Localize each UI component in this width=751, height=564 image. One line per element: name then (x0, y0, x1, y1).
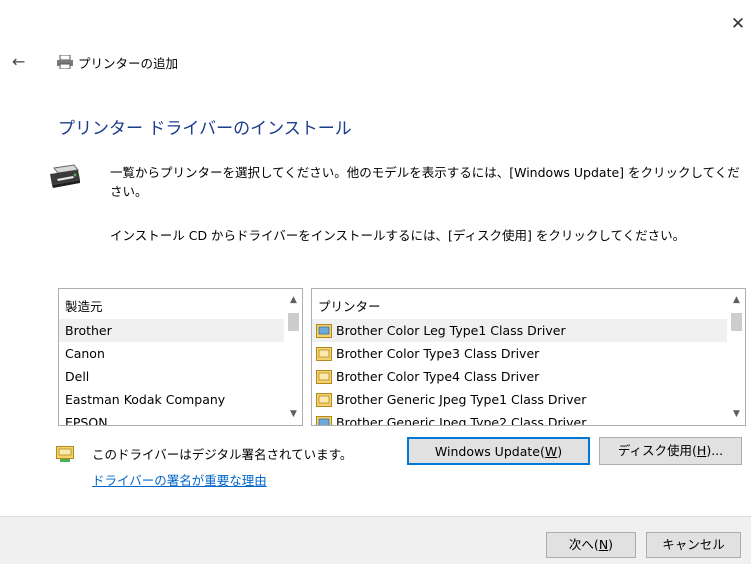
printer-item-label: Brother Color Type3 Class Driver (336, 346, 540, 361)
wizard-title: プリンターの追加 (78, 56, 179, 71)
driver-icon (316, 415, 332, 425)
install-cd-text: インストール CD からドライバーをインストールするには、[ディスク使用] をク… (110, 228, 686, 243)
manufacturer-list-header: 製造元 (65, 299, 103, 314)
signing-importance-link[interactable]: ドライバーの署名が重要な理由 (92, 470, 267, 489)
printer-item-label: Brother Generic Jpeg Type2 Class Driver (336, 415, 587, 426)
printer-item[interactable]: Brother Generic Jpeg Type2 Class Driver (312, 411, 727, 426)
button-suffix: ) (557, 444, 563, 459)
scroll-down-arrow-icon[interactable]: ▼ (285, 405, 302, 423)
printer-small-icon (57, 55, 73, 69)
driver-icon (316, 392, 332, 407)
printer-item[interactable]: Brother Color Type3 Class Driver (312, 342, 727, 365)
scroll-thumb[interactable] (288, 313, 299, 331)
manufacturer-item[interactable]: Dell (59, 365, 284, 388)
driver-icon (316, 369, 332, 384)
manufacturer-item[interactable]: EPSON (59, 411, 284, 425)
cancel-button[interactable]: キャンセル (646, 532, 741, 558)
printer-item-label: Brother Generic Jpeg Type1 Class Driver (336, 392, 587, 407)
close-icon: ✕ (730, 14, 746, 34)
printer-item[interactable]: Brother Color Type4 Class Driver (312, 365, 727, 388)
have-disk-button[interactable]: ディスク使用(H)... (599, 437, 742, 465)
button-label: ディスク使用( (617, 443, 697, 458)
printer-scrollbar[interactable]: ▲ ▼ (728, 289, 745, 425)
button-label: Windows Update( (434, 444, 545, 459)
printer-list[interactable]: プリンター Brother Color Leg Type1 Class Driv… (311, 288, 746, 426)
scroll-thumb[interactable] (731, 313, 742, 331)
scroll-up-arrow-icon[interactable]: ▲ (728, 291, 745, 309)
manufacturer-list[interactable]: 製造元 Brother Canon Dell Eastman Kodak Com… (58, 288, 303, 426)
printer-item-label: Brother Color Leg Type1 Class Driver (336, 323, 566, 338)
button-suffix: )... (706, 443, 724, 458)
page-title: プリンター ドライバーのインストール (58, 119, 352, 139)
printer-list-header: プリンター (318, 299, 381, 314)
printer-icon (50, 164, 80, 188)
button-accel-key: H (696, 443, 707, 458)
button-accel-key: W (544, 444, 558, 459)
driver-icon (316, 323, 332, 338)
button-label: 次へ( (568, 537, 599, 552)
footer-bar (0, 516, 751, 564)
scroll-up-arrow-icon[interactable]: ▲ (285, 291, 302, 309)
back-button[interactable]: ← (12, 52, 34, 72)
signed-driver-icon (56, 446, 74, 462)
button-accel-key: N (598, 537, 609, 552)
instruction-text: 一覧からプリンターを選択してください。他のモデルを表示するには、[Windows… (110, 165, 740, 199)
manufacturer-item[interactable]: Brother (59, 319, 284, 342)
close-button[interactable]: ✕ (728, 14, 748, 34)
signature-status-text: このドライバーはデジタル署名されています。 (92, 447, 353, 462)
driver-icon (316, 346, 332, 361)
scroll-down-arrow-icon[interactable]: ▼ (728, 405, 745, 423)
printer-item[interactable]: Brother Generic Jpeg Type1 Class Driver (312, 388, 727, 411)
manufacturer-item[interactable]: Canon (59, 342, 284, 365)
printer-item-label: Brother Color Type4 Class Driver (336, 369, 540, 384)
manufacturer-scrollbar[interactable]: ▲ ▼ (285, 289, 302, 425)
back-arrow-icon: ← (12, 52, 26, 71)
button-suffix: ) (608, 537, 614, 552)
printer-item[interactable]: Brother Color Leg Type1 Class Driver (312, 319, 727, 342)
windows-update-button[interactable]: Windows Update(W) (407, 437, 590, 465)
manufacturer-item[interactable]: Eastman Kodak Company (59, 388, 284, 411)
next-button[interactable]: 次へ(N) (546, 532, 636, 558)
